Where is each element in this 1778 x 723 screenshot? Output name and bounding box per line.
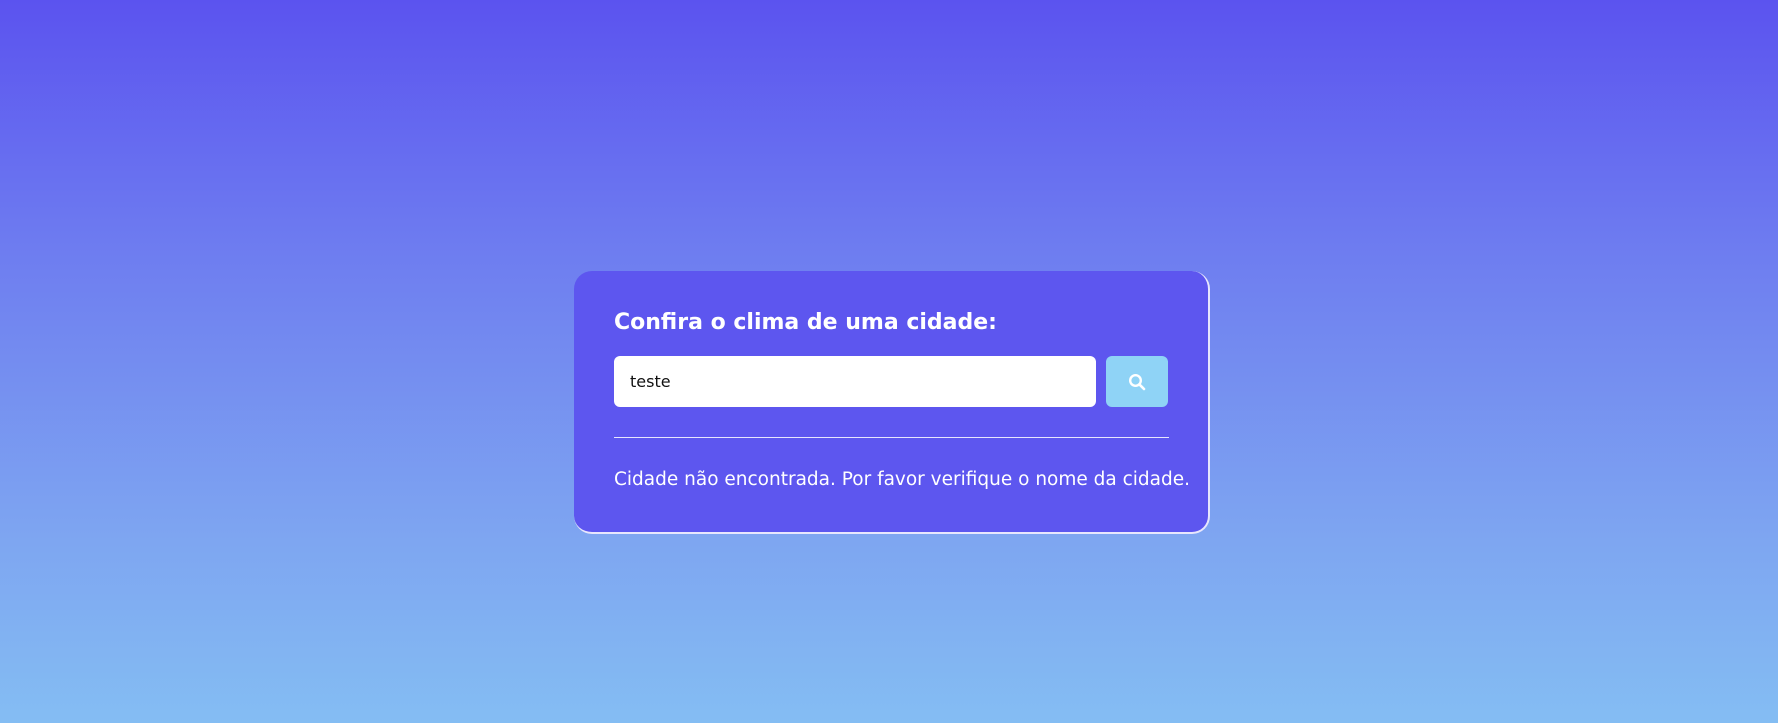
search-form: [614, 356, 1168, 407]
divider: [614, 437, 1169, 438]
search-button[interactable]: [1106, 356, 1168, 407]
city-search-input[interactable]: [614, 356, 1097, 407]
weather-card: Confira o clima de uma cidade: Cidade nã…: [574, 271, 1210, 534]
search-icon: [1128, 373, 1146, 391]
card-title: Confira o clima de uma cidade:: [614, 310, 997, 335]
error-message: Cidade não encontrada. Por favor verifiq…: [614, 469, 1191, 490]
